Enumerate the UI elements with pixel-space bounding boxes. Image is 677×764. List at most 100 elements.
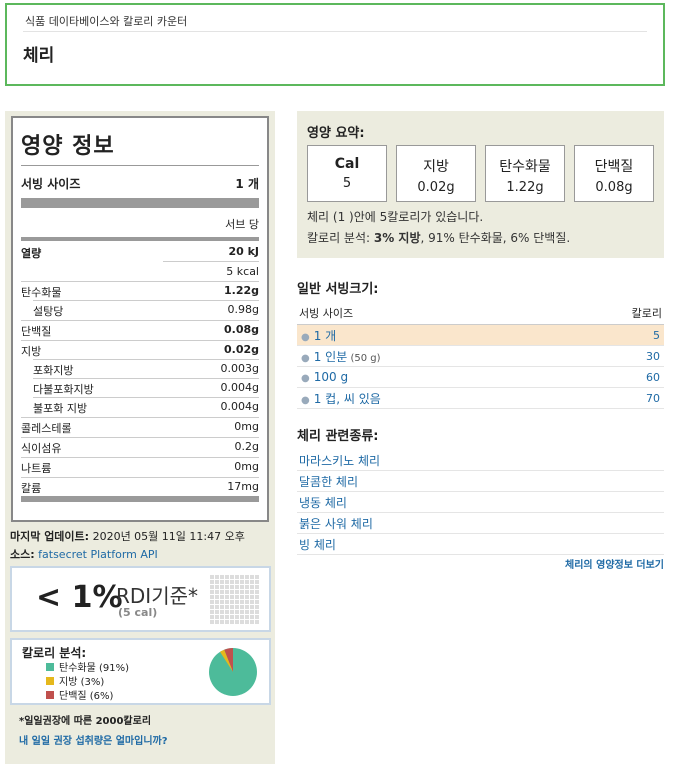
fat-label: 지방 — [21, 345, 42, 358]
energy-label: 열량 — [21, 247, 42, 260]
bullet-icon: ● — [301, 352, 310, 364]
serving-calories[interactable]: 70 — [646, 392, 660, 405]
divider — [33, 300, 259, 301]
divider — [21, 457, 259, 458]
summary-breakdown-line: 칼로리 분석: 3% 지방, 91% 탄수화물, 6% 단백질. — [307, 229, 570, 246]
serving-calories[interactable]: 5 — [653, 329, 660, 342]
nutrition-facts-panel: 영양 정보 서빙 사이즈 1 개 서브 당 열량 20 kJ 5 kcal 탄수… — [11, 116, 269, 522]
nutrition-facts-title: 영양 정보 — [21, 134, 115, 159]
legend-fat-label: 지방 (3%) — [59, 677, 105, 688]
related-item[interactable]: 마라스키노 체리 — [297, 450, 664, 471]
bullet-icon: ● — [301, 373, 310, 384]
summary-title: 영양 요약: — [307, 126, 365, 141]
related-item[interactable]: 빙 체리 — [297, 534, 664, 555]
divider — [163, 261, 259, 262]
divider — [21, 477, 259, 478]
summary-key: Cal — [334, 156, 360, 172]
bullet-icon: ● — [301, 394, 310, 406]
summary-box-fat: 지방 0.02g — [396, 145, 476, 202]
related-item[interactable]: 붉은 사워 체리 — [297, 513, 664, 534]
per-serving-row: 서브 당 — [21, 216, 259, 232]
serving-row[interactable]: ● 1 컵, 씨 있음 70 — [297, 388, 664, 409]
related-link[interactable]: 빙 체리 — [299, 536, 336, 553]
serving-calories[interactable]: 30 — [646, 350, 660, 363]
divider — [21, 320, 259, 321]
energy-kcal: 5 kcal — [226, 265, 259, 278]
divider — [21, 340, 259, 341]
related-link[interactable]: 달콤한 체리 — [299, 473, 358, 490]
energy-row: 열량 20 kJ — [21, 245, 259, 261]
breakdown-rest: , 91% 탄수화물, 6% 단백질. — [420, 231, 571, 245]
legend-protein: 단백질 (6%) — [46, 687, 113, 702]
carb-label: 탄수화물 — [21, 286, 62, 299]
col-serving-size: 서빙 사이즈 — [299, 307, 354, 320]
more-nutrition-link[interactable]: 체리의 영양정보 더보기 — [565, 556, 664, 571]
related-link[interactable]: 붉은 사워 체리 — [299, 515, 373, 532]
polyfat-value: 0.004g — [220, 381, 259, 394]
related-item[interactable]: 달콤한 체리 — [297, 471, 664, 492]
legend-protein-label: 단백질 (6%) — [59, 691, 114, 702]
legend-fat: 지방 (3%) — [46, 673, 104, 688]
summary-value: 5 — [342, 176, 352, 191]
page-title: 체리 — [23, 46, 55, 66]
daily-intake-link[interactable]: 내 일일 권장 섭취량은 얼마입니까? — [19, 732, 168, 747]
related-foods-section: 체리 관련종류: 마라스키노 체리 달콤한 체리 냉동 체리 붉은 사워 체리 … — [297, 425, 664, 555]
cholesterol-value: 0mg — [234, 420, 259, 433]
satfat-label: 포화지방 — [33, 364, 74, 377]
left-column: 영양 정보 서빙 사이즈 1 개 서브 당 열량 20 kJ 5 kcal 탄수… — [5, 111, 275, 764]
sodium-value: 0mg — [234, 460, 259, 473]
summary-calorie-line: 체리 (1 )안에 5칼로리가 있습니다. — [307, 210, 484, 224]
fat-row: 지방 0.02g — [21, 343, 259, 359]
page-header: 식품 데이타베이스와 칼로리 카운터 체리 — [5, 3, 665, 86]
related-link[interactable]: 냉동 체리 — [299, 494, 347, 511]
carb-value: 1.22g — [223, 284, 259, 297]
satfat-value: 0.003g — [220, 362, 259, 375]
serving-row[interactable]: ● 1 인분 (50 g) 30 — [297, 346, 664, 367]
serving-link[interactable]: 1 컵, 씨 있음 — [314, 392, 381, 406]
serving-calories[interactable]: 60 — [646, 371, 660, 384]
potassium-row: 칼륨 17mg — [21, 480, 259, 496]
fiber-value: 0.2g — [234, 440, 259, 453]
related-link[interactable]: 마라스키노 체리 — [299, 452, 380, 469]
polyfat-row: 다불포화지방 0.004g — [33, 381, 259, 397]
source-link[interactable]: fatsecret Platform API — [38, 548, 158, 561]
energy-kj: 20 kJ — [228, 245, 259, 258]
energy-kcal-row: 5 kcal — [21, 265, 259, 278]
breadcrumb[interactable]: 식품 데이타베이스와 칼로리 카운터 — [25, 13, 187, 29]
serving-size-label: 서빙 사이즈 — [21, 177, 81, 191]
legend-carb-label: 탄수화물 (91%) — [59, 663, 130, 674]
summary-box-cal: Cal 5 — [307, 145, 387, 202]
serving-row[interactable]: ● 100 g 60 — [297, 367, 664, 388]
update-label: 마지막 업데이트: — [10, 530, 90, 543]
related-item[interactable]: 냉동 체리 — [297, 492, 664, 513]
medium-divider — [21, 237, 259, 241]
serving-sizes-title: 일반 서빙크기: — [297, 282, 379, 297]
rdi-label: RDI기준* — [116, 584, 198, 608]
col-calories: 칼로리 — [631, 307, 662, 320]
divider — [33, 378, 259, 379]
summary-value: 1.22g — [506, 180, 544, 195]
serving-size-value: 1 개 — [235, 177, 259, 191]
protein-label: 단백질 — [21, 325, 52, 338]
fiber-label: 식이섬유 — [21, 442, 62, 455]
sugar-value: 0.98g — [227, 303, 259, 316]
divider — [21, 417, 259, 418]
serving-link[interactable]: 100 g — [314, 370, 348, 384]
bottom-bar — [21, 496, 259, 502]
divider — [33, 359, 259, 360]
summary-key: 단백질 — [594, 159, 634, 175]
calorie-breakdown-box: 칼로리 분석: 탄수화물 (91%) 지방 (3%) 단백질 (6%) — [10, 638, 271, 705]
sugar-label: 설탕당 — [33, 305, 64, 318]
summary-value: 0.08g — [595, 180, 633, 195]
serving-table-header: 서빙 사이즈 칼로리 — [297, 305, 664, 325]
serving-link[interactable]: 1 인분 — [314, 350, 348, 364]
potassium-label: 칼륨 — [21, 482, 42, 495]
sugar-row: 설탕당 0.98g — [33, 303, 259, 319]
divider — [21, 437, 259, 438]
breakdown-prefix: 칼로리 분석: — [307, 231, 374, 245]
monofat-value: 0.004g — [220, 400, 259, 413]
serving-link[interactable]: 1 개 — [314, 329, 337, 343]
sodium-row: 나트륨 0mg — [21, 460, 259, 476]
serving-row[interactable]: ● 1 개 5 — [297, 325, 664, 346]
protein-row: 단백질 0.08g — [21, 323, 259, 339]
